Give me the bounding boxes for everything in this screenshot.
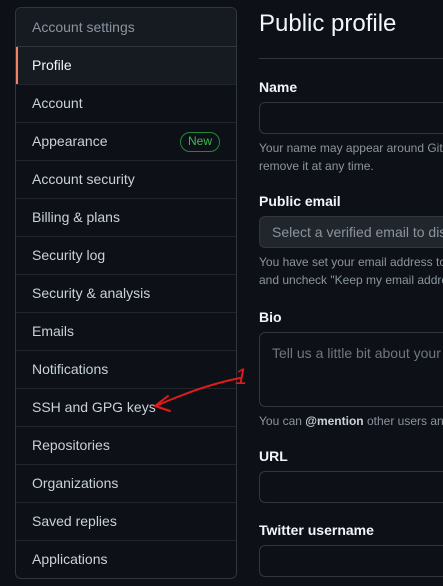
sidebar-item-appearance[interactable]: Appearance New <box>16 123 236 161</box>
settings-sidebar: Account settings Profile Account Appeara… <box>15 7 237 579</box>
sidebar-item-label: Appearance <box>32 133 108 149</box>
sidebar-item-profile[interactable]: Profile <box>16 47 236 85</box>
sidebar-item-account[interactable]: Account <box>16 85 236 123</box>
sidebar-item-ssh-gpg-keys[interactable]: SSH and GPG keys <box>16 389 236 427</box>
sidebar-item-label: Saved replies <box>32 513 117 529</box>
sidebar-item-security-analysis[interactable]: Security & analysis <box>16 275 236 313</box>
sidebar-item-applications[interactable]: Applications <box>16 541 236 578</box>
sidebar-item-label: Security & analysis <box>32 285 151 301</box>
sidebar-item-label: Security log <box>32 247 106 263</box>
sidebar-item-security-log[interactable]: Security log <box>16 237 236 275</box>
settings-page: Account settings Profile Account Appeara… <box>0 0 443 586</box>
bio-note-prefix: You can <box>259 414 306 428</box>
url-label: URL <box>259 448 288 464</box>
name-label: Name <box>259 79 298 95</box>
sidebar-item-label: Repositories <box>32 437 110 453</box>
sidebar-item-label: Account <box>32 95 83 111</box>
name-note-line2: remove it at any time. <box>259 159 374 173</box>
sidebar-item-label: Account security <box>32 171 135 187</box>
sidebar-item-label: Profile <box>32 57 72 73</box>
mention-text: @mention <box>305 414 364 428</box>
twitter-input[interactable] <box>259 545 443 577</box>
public-email-note-line1: You have set your email address to <box>259 255 443 269</box>
sidebar-item-organizations[interactable]: Organizations <box>16 465 236 503</box>
public-email-note-line2: and uncheck "Keep my email addre <box>259 273 443 287</box>
sidebar-item-label: SSH and GPG keys <box>32 399 156 415</box>
sidebar-item-saved-replies[interactable]: Saved replies <box>16 503 236 541</box>
sidebar-item-label: Emails <box>32 323 75 339</box>
sidebar-item-label: Organizations <box>32 475 119 491</box>
name-input[interactable] <box>259 102 443 134</box>
sidebar-item-notifications[interactable]: Notifications <box>16 351 236 389</box>
sidebar-header: Account settings <box>16 8 236 47</box>
bio-textarea[interactable]: Tell us a little bit about your <box>259 332 443 407</box>
bio-note-suffix: other users and <box>363 414 443 428</box>
sidebar-item-emails[interactable]: Emails <box>16 313 236 351</box>
sidebar-item-label: Notifications <box>32 361 109 377</box>
sidebar-item-label: Billing & plans <box>32 209 120 225</box>
sidebar-item-billing[interactable]: Billing & plans <box>16 199 236 237</box>
sidebar-item-repositories[interactable]: Repositories <box>16 427 236 465</box>
title-divider <box>259 58 443 59</box>
url-input[interactable] <box>259 471 443 503</box>
public-email-select[interactable]: Select a verified email to dis <box>259 216 443 248</box>
twitter-label: Twitter username <box>259 522 374 538</box>
sidebar-item-account-security[interactable]: Account security <box>16 161 236 199</box>
public-email-label: Public email <box>259 193 341 209</box>
page-title: Public profile <box>259 10 397 37</box>
sidebar-item-label: Applications <box>32 551 108 567</box>
new-badge: New <box>179 132 220 152</box>
bio-note: You can @mention other users and <box>259 412 443 430</box>
bio-label: Bio <box>259 309 282 325</box>
profile-form: Public profile Name Your name may appear… <box>259 0 443 586</box>
name-note-line1: Your name may appear around Gith <box>259 141 443 155</box>
